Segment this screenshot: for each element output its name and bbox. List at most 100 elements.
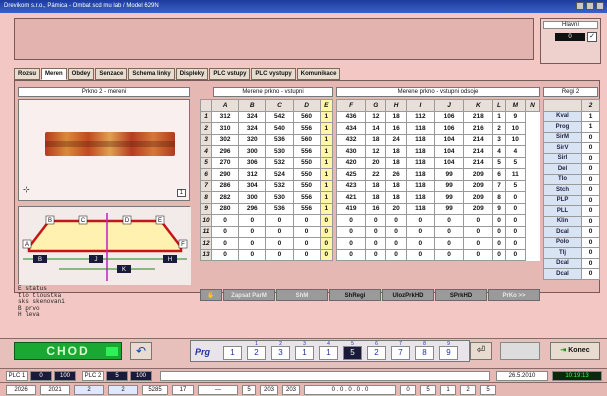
table-cell[interactable]: 99	[434, 202, 465, 215]
table-cell[interactable]: 9	[492, 202, 506, 215]
table-cell[interactable]: 556	[292, 202, 321, 215]
table-cell[interactable]: 1	[319, 202, 334, 215]
table-cell[interactable]: 112	[405, 110, 436, 123]
table-cell[interactable]: 320	[238, 133, 267, 146]
table-cell[interactable]: 0	[492, 248, 506, 261]
table-cell[interactable]: 209	[463, 168, 494, 181]
tab-plc-vstupy[interactable]: PLC vstupy	[209, 68, 251, 80]
table-cell[interactable]: 18	[385, 110, 407, 123]
table-cell[interactable]: 0	[238, 248, 267, 261]
table-cell[interactable]: 0	[319, 237, 334, 250]
table-cell[interactable]: 286	[210, 179, 240, 192]
table-cell[interactable]: 312	[238, 168, 267, 181]
table-cell[interactable]: 18	[365, 133, 387, 146]
close-icon[interactable]	[596, 2, 604, 10]
table-cell[interactable]: 550	[292, 168, 321, 181]
konec-button[interactable]: ⇥ Konec	[550, 342, 600, 360]
table-cell[interactable]: 0	[504, 214, 526, 227]
table-cell[interactable]: 99	[434, 168, 465, 181]
reg-value[interactable]: 0	[581, 215, 600, 227]
program-slot-5[interactable]: 1	[319, 346, 338, 360]
table-cell[interactable]: 0	[463, 214, 494, 227]
table-cell[interactable]: 118	[405, 133, 436, 146]
table-cell[interactable]: 0	[319, 248, 334, 261]
table-cell[interactable]: 4	[504, 145, 526, 158]
state-checkbox[interactable]: ✓	[587, 32, 597, 42]
table-cell[interactable]: 1	[319, 156, 334, 169]
reg-value[interactable]: 0	[581, 247, 600, 259]
table-cell[interactable]: 524	[265, 168, 294, 181]
table-cell[interactable]: 214	[463, 145, 494, 158]
table-cell[interactable]: 99	[434, 179, 465, 192]
table-cell[interactable]: 0	[504, 191, 526, 204]
reg-value[interactable]: 0	[581, 173, 600, 185]
table-cell[interactable]: 0	[434, 214, 465, 227]
program-slot-4[interactable]: 1	[295, 346, 314, 360]
table-cell[interactable]: 532	[265, 156, 294, 169]
table-cell[interactable]: 0	[292, 248, 321, 261]
table-cell[interactable]: 0	[292, 237, 321, 250]
reg-value[interactable]: 1	[581, 110, 600, 122]
table-cell[interactable]: 0	[365, 214, 387, 227]
table-cell[interactable]: 0	[365, 248, 387, 261]
tab-senzace[interactable]: Senzace	[95, 68, 128, 80]
table-cell[interactable]: 280	[210, 202, 240, 215]
table-cell[interactable]: 306	[238, 156, 267, 169]
table-cell[interactable]: 18	[365, 179, 387, 192]
reg-label[interactable]: Dcal	[543, 257, 582, 269]
table-cell[interactable]: 300	[238, 145, 267, 158]
table-cell[interactable]: 0	[319, 214, 334, 227]
reg-label[interactable]: Sirl	[543, 152, 582, 164]
table-cell[interactable]: 432	[335, 133, 367, 146]
table-cell[interactable]: 0	[292, 214, 321, 227]
table-cell[interactable]: 302	[210, 133, 240, 146]
table-cell[interactable]: 0	[210, 225, 240, 238]
table-cell[interactable]: 0	[463, 248, 494, 261]
reg-label[interactable]: SirV	[543, 142, 582, 154]
table-cell[interactable]: 0	[335, 225, 367, 238]
program-slot-2[interactable]: 2	[247, 346, 266, 360]
table-cell[interactable]: 118	[405, 156, 436, 169]
table-cell[interactable]: 1	[319, 168, 334, 181]
table-cell[interactable]: 536	[265, 202, 294, 215]
table-cell[interactable]: 118	[405, 191, 436, 204]
table-cell[interactable]: 560	[292, 133, 321, 146]
reg-value[interactable]: 1	[581, 121, 600, 133]
table-cell[interactable]: 11	[504, 168, 526, 181]
disabled-button[interactable]	[500, 342, 540, 360]
reg-label[interactable]: PLL	[543, 205, 582, 217]
table-cell[interactable]: 14	[365, 122, 387, 135]
table-cell[interactable]: 0	[385, 248, 407, 261]
program-slot-3[interactable]: 3	[271, 346, 290, 360]
chod-button[interactable]: CHOD	[14, 342, 122, 360]
table-cell[interactable]: 118	[405, 168, 436, 181]
table-cell[interactable]: 312	[210, 110, 240, 123]
table-cell[interactable]: 530	[265, 191, 294, 204]
table-cell[interactable]: 5	[504, 179, 526, 192]
table-cell[interactable]: 1	[492, 110, 506, 123]
table-cell[interactable]: 214	[463, 156, 494, 169]
table-cell[interactable]: 296	[210, 145, 240, 158]
table-cell[interactable]: 0	[238, 237, 267, 250]
table-cell[interactable]: 0	[210, 248, 240, 261]
table-cell[interactable]: 106	[434, 110, 465, 123]
table-cell[interactable]: 16	[365, 202, 387, 215]
table-cell[interactable]: 550	[292, 179, 321, 192]
table-cell[interactable]: 0	[365, 225, 387, 238]
table-cell[interactable]: 0	[385, 214, 407, 227]
table-cell[interactable]: 0	[405, 237, 436, 250]
table-cell[interactable]: 556	[292, 122, 321, 135]
tab-rozsu[interactable]: Rozsu	[14, 68, 40, 80]
table-cell[interactable]: 0	[463, 225, 494, 238]
program-slot-7[interactable]: 2	[367, 346, 386, 360]
table-cell[interactable]: 324	[238, 110, 267, 123]
table-cell[interactable]: 1	[319, 122, 334, 135]
reg-label[interactable]: Tlj	[543, 247, 582, 259]
table-cell[interactable]: 10	[504, 122, 526, 135]
table-cell[interactable]: 216	[463, 122, 494, 135]
reg-value[interactable]: 0	[581, 226, 600, 238]
table-cell[interactable]: 0	[492, 214, 506, 227]
table-cell[interactable]: 560	[292, 110, 321, 123]
table-cell[interactable]: 0	[405, 214, 436, 227]
table-cell[interactable]: 10	[504, 133, 526, 146]
